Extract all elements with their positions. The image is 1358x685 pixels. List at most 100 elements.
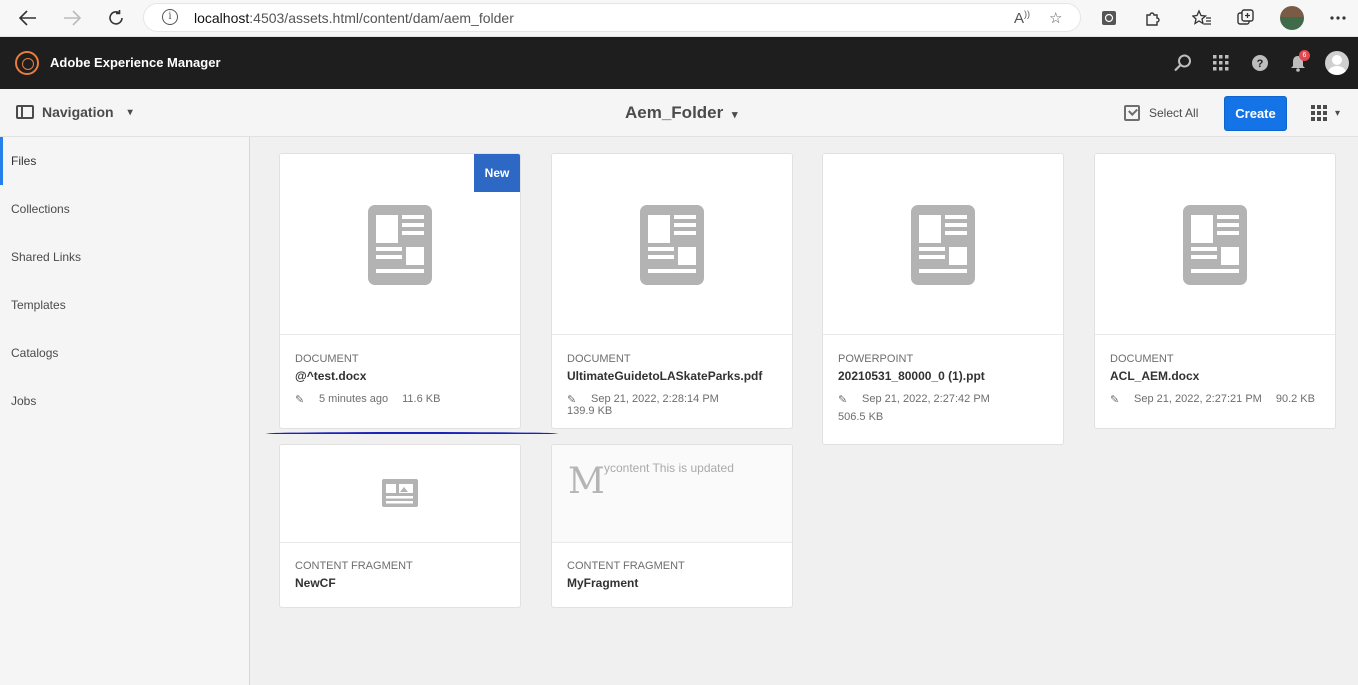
asset-card[interactable]: DOCUMENT ACL_AEM.docx ✎ Sep 21, 2022, 2:…	[1094, 153, 1336, 429]
asset-thumbnail[interactable]	[1095, 154, 1335, 335]
document-icon	[640, 205, 704, 285]
asset-info: ✎ Sep 21, 2022, 2:27:21 PM 90.2 KB	[1110, 393, 1329, 406]
sidebar-item-catalogs[interactable]: Catalogs	[0, 329, 249, 377]
asset-size: 11.6 KB	[402, 393, 441, 405]
read-aloud-icon[interactable]: A))	[1014, 9, 1030, 27]
notification-count-badge: 6	[1299, 50, 1310, 61]
view-switcher[interactable]: ▾	[1311, 105, 1340, 121]
sidebar-item-templates[interactable]: Templates	[0, 281, 249, 329]
asset-type: DOCUMENT	[567, 353, 631, 365]
left-rail: Files Collections Shared Links Templates…	[0, 137, 250, 685]
asset-info: ✎ Sep 21, 2022, 2:28:14 PM 139.9 KB	[567, 393, 792, 417]
asset-name: MyFragment	[567, 576, 639, 590]
browser-toolbar: i localhost:4503/assets.html/content/dam…	[0, 0, 1358, 37]
asset-size: 506.5 KB	[838, 411, 884, 423]
asset-size: 139.9 KB	[567, 405, 613, 417]
back-arrow-icon[interactable]	[16, 6, 40, 30]
search-icon[interactable]	[1172, 52, 1194, 74]
asset-thumbnail[interactable]	[823, 154, 1063, 335]
asset-meta: CONTENT FRAGMENT MyFragment	[567, 560, 685, 590]
user-avatar[interactable]	[1325, 51, 1349, 75]
folder-title-dropdown[interactable]: Aem_Folder ▾	[625, 103, 738, 123]
sidebar-item-label: Jobs	[11, 394, 37, 408]
new-badge: New	[474, 154, 520, 192]
annotation-underline	[266, 432, 558, 435]
sidebar-item-label: Collections	[11, 202, 70, 216]
asset-modified: Sep 21, 2022, 2:27:21 PM	[1134, 393, 1262, 405]
chevron-down-icon: ▾	[127, 106, 133, 118]
asset-modified: Sep 21, 2022, 2:27:42 PM	[862, 393, 990, 405]
asset-thumbnail[interactable]	[552, 154, 792, 335]
puzzle-extensions-icon[interactable]	[1141, 6, 1165, 30]
forward-arrow-icon[interactable]	[60, 6, 84, 30]
asset-modified: 5 minutes ago	[319, 393, 389, 405]
asset-card[interactable]: DOCUMENT UltimateGuidetoLASkateParks.pdf…	[551, 153, 793, 429]
assets-card-grid: New DOCUMENT @^test.docx ✎ 5 minutes ago…	[251, 137, 1358, 685]
document-icon	[911, 205, 975, 285]
sidebar-item-label: Templates	[11, 298, 66, 312]
document-icon	[368, 205, 432, 285]
favorites-list-icon[interactable]	[1190, 6, 1214, 30]
asset-type: CONTENT FRAGMENT	[295, 560, 413, 572]
site-info-icon[interactable]: i	[162, 9, 178, 25]
asset-name: @^test.docx	[295, 369, 367, 383]
refresh-icon[interactable]	[104, 6, 128, 30]
pencil-icon: ✎	[1110, 394, 1120, 406]
asset-card[interactable]: New DOCUMENT @^test.docx ✎ 5 minutes ago…	[279, 153, 521, 429]
help-icon[interactable]: ?	[1249, 52, 1271, 74]
folder-title: Aem_Folder	[625, 103, 724, 122]
pencil-icon: ✎	[838, 394, 848, 406]
navigation-label: Navigation	[42, 104, 114, 120]
action-bar: Navigation ▾ Aem_Folder ▾ Select All Cre…	[0, 89, 1358, 137]
app-title[interactable]: Adobe Experience Manager	[50, 55, 221, 70]
rail-toggle-icon	[16, 105, 34, 119]
asset-type: CONTENT FRAGMENT	[567, 560, 685, 572]
asset-thumbnail[interactable]: New	[280, 154, 520, 335]
content-fragment-icon	[382, 479, 418, 507]
navigation-toggle[interactable]: Navigation ▾	[16, 104, 133, 120]
solutions-grid-icon[interactable]	[1210, 52, 1232, 74]
asset-card[interactable]: M ycontent This is updated CONTENT FRAGM…	[551, 444, 793, 608]
asset-info: ✎ 5 minutes ago 11.6 KB	[295, 393, 454, 406]
asset-type: POWERPOINT	[838, 353, 914, 365]
sidebar-item-files[interactable]: Files	[0, 137, 249, 185]
asset-name: ACL_AEM.docx	[1110, 369, 1200, 383]
card-view-icon	[1311, 105, 1327, 121]
asset-size: 90.2 KB	[1275, 393, 1315, 405]
asset-thumbnail[interactable]: M ycontent This is updated	[552, 445, 792, 543]
address-bar[interactable]: i localhost:4503/assets.html/content/dam…	[143, 3, 1081, 32]
sidebar-item-jobs[interactable]: Jobs	[0, 377, 249, 425]
sidebar-item-label: Catalogs	[11, 346, 59, 360]
asset-meta: POWERPOINT 20210531_80000_0 (1).ppt ✎ Se…	[838, 353, 1053, 423]
asset-card[interactable]: CONTENT FRAGMENT NewCF	[279, 444, 521, 608]
asset-meta: CONTENT FRAGMENT NewCF	[295, 560, 413, 590]
asset-modified: Sep 21, 2022, 2:28:14 PM	[591, 393, 719, 405]
favorite-star-icon[interactable]: ☆	[1049, 9, 1062, 27]
asset-type: DOCUMENT	[295, 353, 359, 365]
asset-name: NewCF	[295, 576, 336, 590]
asset-thumbnail[interactable]	[280, 445, 520, 543]
sidebar-item-shared-links[interactable]: Shared Links	[0, 233, 249, 281]
browser-profile-avatar[interactable]	[1280, 6, 1304, 30]
more-menu-icon[interactable]	[1326, 6, 1350, 30]
asset-name: UltimateGuidetoLASkateParks.pdf	[567, 369, 763, 383]
asset-card[interactable]: POWERPOINT 20210531_80000_0 (1).ppt ✎ Se…	[822, 153, 1064, 445]
chevron-down-icon: ▾	[1335, 107, 1341, 119]
aem-logo-icon[interactable]	[15, 51, 39, 75]
svg-text:?: ?	[1257, 58, 1264, 70]
pencil-icon: ✎	[567, 394, 577, 406]
select-all-label: Select All	[1149, 106, 1199, 120]
asset-meta: DOCUMENT ACL_AEM.docx ✎ Sep 21, 2022, 2:…	[1110, 353, 1329, 406]
aem-global-header: Adobe Experience Manager ?	[0, 37, 1358, 89]
create-button[interactable]: Create	[1224, 96, 1287, 131]
sidebar-item-label: Files	[11, 154, 37, 168]
extension-icon[interactable]	[1097, 6, 1121, 30]
select-all-button[interactable]: Select All	[1124, 105, 1198, 121]
collections-icon[interactable]	[1234, 6, 1258, 30]
sidebar-item-collections[interactable]: Collections	[0, 185, 249, 233]
preview-initial: M	[568, 461, 605, 502]
document-icon	[1183, 205, 1247, 285]
pencil-icon: ✎	[295, 394, 305, 406]
asset-type: DOCUMENT	[1110, 353, 1174, 365]
asset-info: ✎ Sep 21, 2022, 2:27:42 PM 506.5 KB	[838, 393, 1053, 423]
